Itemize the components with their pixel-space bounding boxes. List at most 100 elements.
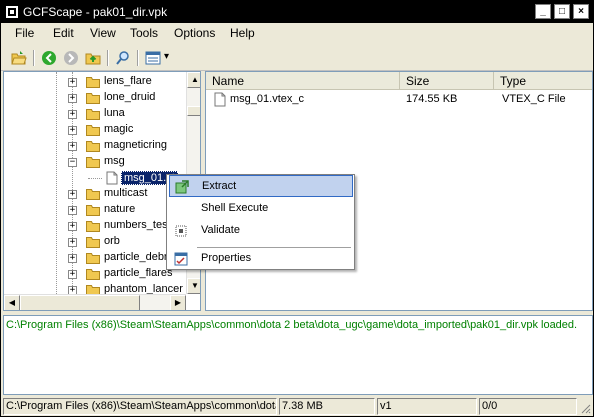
folder-icon [86,205,100,216]
context-shell-execute-label: Shell Execute [201,202,269,214]
status-version: v1 [377,398,477,415]
view-dropdown-arrow[interactable]: ▾ [164,51,169,62]
expand-icon[interactable]: + [68,78,77,87]
file-size: 174.55 KB [406,93,458,105]
tree-item-label: luna [104,107,125,119]
context-properties-label: Properties [201,252,252,264]
scroll-thumb[interactable] [20,295,140,310]
minimize-button[interactable]: _ [535,4,551,19]
view-mode-icon[interactable] [143,48,163,68]
tree-connector [88,178,102,179]
tree-item-label: magneticring [104,139,167,151]
folder-icon [86,237,100,248]
tree-folder-item[interactable]: − msg [4,154,200,170]
context-properties[interactable]: Properties [169,248,353,270]
expand-icon[interactable]: + [68,142,77,151]
app-window: GCFScape - pak01_dir.vpk _ □ × File Edit… [0,0,594,417]
toolbar-separator [33,50,35,66]
tree-folder-item[interactable]: + luna [4,106,200,122]
column-size-header[interactable]: Size [400,72,494,90]
folder-icon [86,77,100,88]
list-item[interactable]: msg_01.vtex_c 174.55 KB VTEX_C File [206,92,592,108]
folder-icon [86,93,100,104]
close-button[interactable]: × [573,4,589,19]
tree-item-label: msg [104,155,125,167]
expand-icon[interactable]: + [68,110,77,119]
menu-help[interactable]: Help [230,26,255,40]
column-type-header[interactable]: Type [494,72,592,90]
expand-icon[interactable]: + [68,190,77,199]
tree-item-label: numbers_test [104,219,171,231]
scroll-down-button[interactable]: ▼ [187,278,200,294]
properties-icon [174,252,188,266]
toolbar-separator [137,50,139,66]
tree-item-label: particle_debri [104,251,171,263]
expand-icon[interactable]: + [68,222,77,231]
up-folder-icon[interactable] [83,48,103,68]
title-bar[interactable]: GCFScape - pak01_dir.vpk _ □ × [1,1,593,23]
scroll-left-button[interactable]: ◀ [4,295,20,310]
folder-icon [86,125,100,136]
list-header: Name Size Type [206,72,592,90]
collapse-icon[interactable]: − [68,158,77,167]
open-icon[interactable] [9,48,29,68]
extract-icon [175,180,189,194]
console-output[interactable]: C:\Program Files (x86)\Steam\SteamApps\c… [3,315,593,395]
expand-icon[interactable]: + [68,206,77,215]
scroll-thumb[interactable] [187,106,200,116]
status-path: C:\Program Files (x86)\Steam\SteamApps\c… [3,398,277,415]
tree-item-label: particle_flares [104,267,173,279]
menu-edit[interactable]: Edit [53,26,74,40]
toolbar: ▾ [1,45,593,71]
find-icon[interactable] [113,48,133,68]
app-icon [6,6,18,18]
expand-icon[interactable]: + [68,270,77,279]
tree-item-label: magic [104,123,134,135]
maximize-button[interactable]: □ [554,4,570,19]
folder-icon [86,253,100,264]
scroll-up-button[interactable]: ▲ [187,72,200,88]
column-name-header[interactable]: Name [206,72,400,90]
file-icon [214,92,226,107]
menu-options[interactable]: Options [174,26,215,40]
tree-folder-item[interactable]: + magneticring [4,138,200,154]
context-validate[interactable]: Validate [169,220,353,242]
folder-icon [86,157,100,168]
status-bar: C:\Program Files (x86)\Steam\SteamApps\c… [1,397,593,416]
tree-folder-item[interactable]: + lone_druid [4,90,200,106]
folder-icon [86,141,100,152]
forward-icon[interactable] [61,48,81,68]
resize-grip-icon[interactable] [579,402,591,414]
file-name: msg_01.vtex_c [230,93,304,105]
expand-icon[interactable]: + [68,254,77,263]
context-shell-execute[interactable]: Shell Execute [169,198,353,220]
menu-view[interactable]: View [90,26,116,40]
folder-icon [86,189,100,200]
folder-icon [86,221,100,232]
tree-item-label: lone_druid [104,91,156,103]
context-validate-label: Validate [201,224,240,236]
tree-folder-item[interactable]: + lens_flare [4,74,200,90]
menu-tools[interactable]: Tools [130,26,158,40]
scroll-right-button[interactable]: ▶ [170,295,186,310]
expand-icon[interactable]: + [68,238,77,247]
back-icon[interactable] [39,48,59,68]
file-type: VTEX_C File [502,93,566,105]
toolbar-separator [107,50,109,66]
context-extract[interactable]: Extract [169,175,353,197]
context-menu: Extract Shell Execute Validate Propertie… [166,174,355,270]
expand-icon[interactable]: + [68,94,77,103]
expand-icon[interactable]: + [68,126,77,135]
tree-item-label: orb [104,235,120,247]
status-size: 7.38 MB [279,398,375,415]
tree-horizontal-scrollbar[interactable]: ◀ ▶ [4,294,186,310]
context-extract-label: Extract [202,180,237,192]
window-title: GCFScape - pak01_dir.vpk [23,5,168,19]
menu-file[interactable]: File [15,26,34,40]
file-icon [106,171,118,185]
tree-folder-item[interactable]: + magic [4,122,200,138]
folder-icon [86,109,100,120]
tree-item-label: lens_flare [104,75,152,87]
console-message: C:\Program Files (x86)\Steam\SteamApps\c… [6,319,578,331]
folder-icon [86,269,100,280]
